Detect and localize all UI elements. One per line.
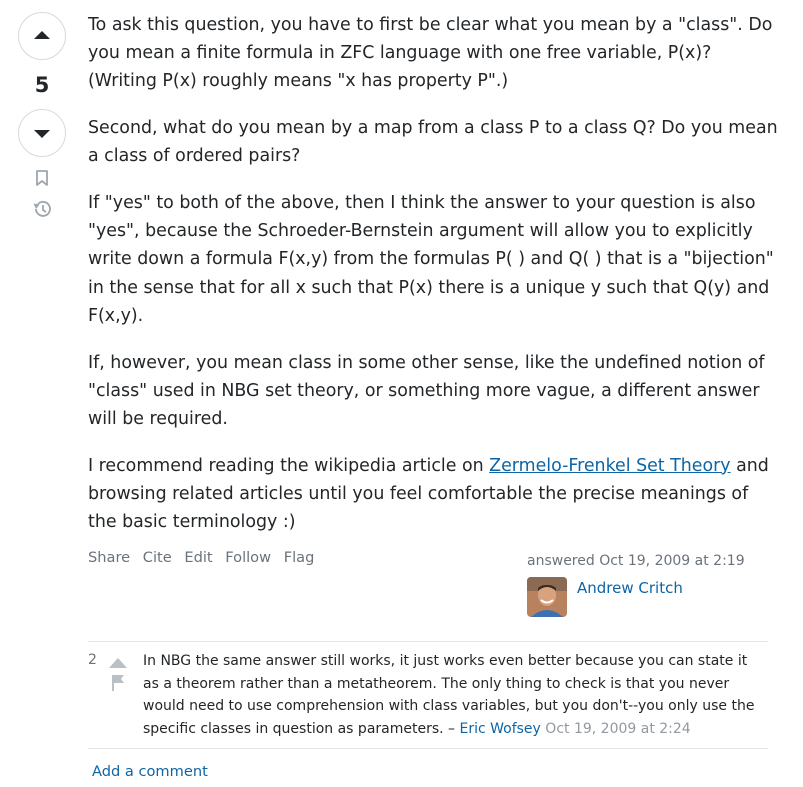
downvote-button[interactable] — [18, 109, 66, 157]
bookmark-icon — [36, 170, 48, 186]
vote-count: 5 — [34, 73, 50, 97]
arrow-down-icon — [34, 130, 50, 138]
upvote-button[interactable] — [18, 12, 66, 60]
flag-icon — [112, 675, 124, 691]
user-avatar-image — [527, 577, 567, 617]
comment-text: In NBG the same answer still works, it j… — [143, 650, 763, 740]
comments-top-divider — [88, 641, 768, 642]
answered-timestamp: answered Oct 19, 2009 at 2:19 — [527, 553, 745, 569]
avatar[interactable] — [527, 577, 567, 617]
comment-upvote-button[interactable] — [108, 654, 128, 673]
flag-link[interactable]: Flag — [284, 549, 315, 566]
answer-paragraph: If "yes" to both of the above, then I th… — [88, 193, 774, 326]
wikipedia-link[interactable]: Zermelo-Frenkel Set Theory — [489, 456, 730, 476]
answer-paragraph: To ask this question, you have to first … — [88, 15, 773, 92]
arrow-up-icon — [34, 31, 50, 39]
answer-paragraph: If, however, you mean class in some othe… — [88, 352, 765, 429]
answer-author[interactable]: Andrew Critch — [577, 579, 683, 597]
history-icon — [33, 201, 51, 217]
add-comment-link[interactable]: Add a comment — [92, 763, 208, 780]
share-link[interactable]: Share — [88, 549, 130, 566]
arrow-up-icon — [109, 658, 127, 668]
follow-link[interactable]: Follow — [225, 549, 271, 566]
comment-flag-button[interactable] — [110, 674, 126, 696]
comments-bottom-divider — [88, 748, 768, 749]
comment-date[interactable]: Oct 19, 2009 at 2:24 — [545, 721, 690, 737]
answer-paragraph: I recommend reading the wikipedia articl… — [88, 452, 778, 537]
history-button[interactable] — [18, 198, 66, 220]
answer-body: To ask this question, you have to first … — [88, 11, 778, 555]
cite-link[interactable]: Cite — [143, 549, 172, 566]
comment-score: 2 — [88, 652, 97, 668]
answer-paragraph: Second, what do you mean by a map from a… — [88, 118, 778, 167]
bookmark-button[interactable] — [18, 169, 66, 187]
paragraph-text: I recommend reading the wikipedia articl… — [88, 455, 490, 476]
post-menu: Share Cite Edit Follow Flag — [88, 549, 322, 566]
edit-link[interactable]: Edit — [184, 549, 212, 566]
vote-cell: 5 — [18, 12, 68, 220]
comment-author[interactable]: Eric Wofsey — [459, 721, 540, 737]
